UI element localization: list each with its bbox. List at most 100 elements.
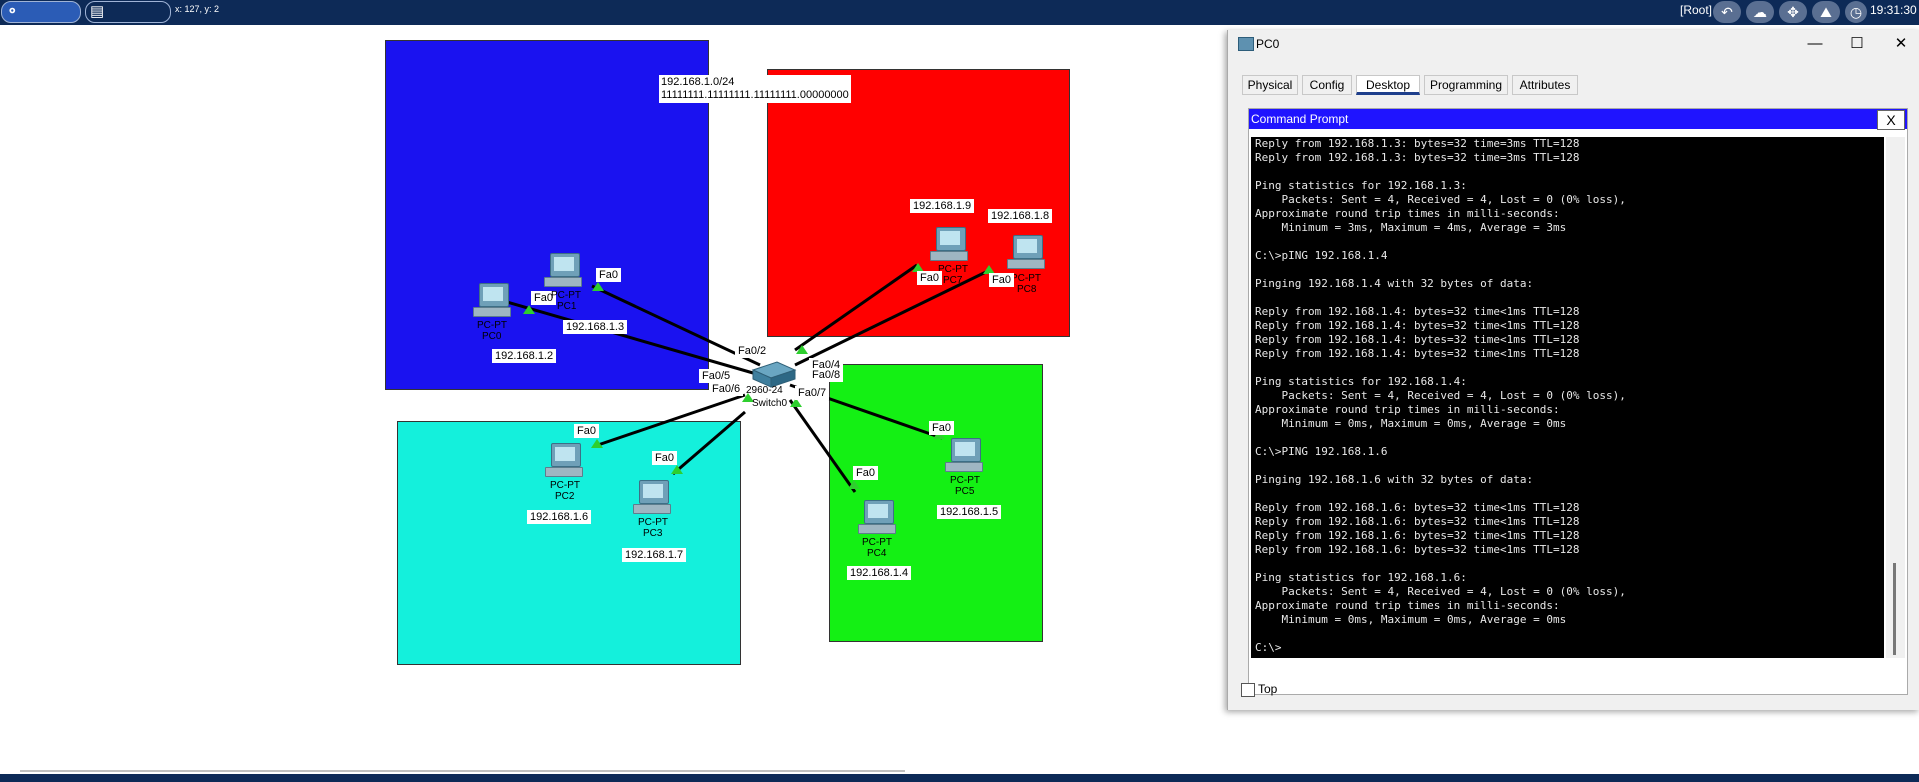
switch-port-fa0-8: Fa0/8 xyxy=(809,368,844,382)
pc8-icon[interactable] xyxy=(1007,235,1045,269)
pc4-name: PC4 xyxy=(867,548,887,559)
tab-attributes[interactable]: Attributes xyxy=(1512,75,1578,95)
minimize-button[interactable]: — xyxy=(1800,34,1830,54)
pc4-type: PC-PT xyxy=(862,537,892,548)
top-checkbox-label: Top xyxy=(1258,682,1278,696)
pc2-base xyxy=(545,467,583,477)
pc4-port-label: Fa0 xyxy=(853,466,878,480)
terminal-scrollbar[interactable] xyxy=(1886,137,1905,658)
pc2-ip-label: 192.168.1.6 xyxy=(527,510,592,524)
subnet-note-line2: 11111111.11111111.11111111.00000000 xyxy=(661,89,849,101)
pc2-name: PC2 xyxy=(555,491,575,502)
pc8-screen xyxy=(1013,235,1043,259)
pc7-port-label: Fa0 xyxy=(917,271,942,285)
pc7-name: PC7 xyxy=(943,275,963,286)
tab-config[interactable]: Config xyxy=(1302,75,1352,95)
pc0-name: PC0 xyxy=(482,331,502,342)
terminal-line: Reply from 192.168.1.6: bytes=32 time<1m… xyxy=(1255,529,1580,542)
command-prompt-close-button[interactable]: X xyxy=(1877,110,1905,130)
pc5-base xyxy=(945,462,983,472)
tab-programming[interactable]: Programming xyxy=(1424,75,1508,95)
switch-model: 2960-24 xyxy=(746,385,783,396)
move-icon[interactable]: ✥ xyxy=(1779,1,1807,23)
terminal-line: Reply from 192.168.1.3: bytes=32 time=3m… xyxy=(1255,151,1580,164)
logical-view-button[interactable]: ⚬ Logical xyxy=(1,1,81,40)
pc5-type: PC-PT xyxy=(950,475,980,486)
terminal-line: Minimum = 0ms, Maximum = 0ms, Average = … xyxy=(1255,613,1567,626)
pc0-icon[interactable] xyxy=(473,283,511,317)
cursor-coordinates: x: 127, y: 2 xyxy=(175,4,220,14)
terminal-line: Reply from 192.168.1.6: bytes=32 time<1m… xyxy=(1255,515,1580,528)
terminal-line: C:\>pING 192.168.1.4 xyxy=(1255,249,1388,262)
pc3-type: PC-PT xyxy=(638,517,668,528)
pc7-base xyxy=(930,251,968,261)
terminal-line: Reply from 192.168.1.4: bytes=32 time<1m… xyxy=(1255,347,1580,360)
pc4-base xyxy=(858,524,896,534)
pc0-screen xyxy=(479,283,509,307)
pc5-screen xyxy=(951,438,981,462)
landscape-icon[interactable]: ⛰ xyxy=(1812,1,1840,23)
subnet-note-line1: 192.168.1.0/24 xyxy=(661,76,735,88)
logical-icon: ⚬ xyxy=(6,3,19,20)
pc0-base xyxy=(473,307,511,317)
clock-icon[interactable]: ◷ xyxy=(1845,1,1867,23)
pc2-screen xyxy=(551,443,581,467)
terminal-line: Reply from 192.168.1.6: bytes=32 time<1m… xyxy=(1255,501,1580,514)
undo-icon[interactable]: ↶ xyxy=(1713,1,1741,23)
terminal-scroll-thumb[interactable] xyxy=(1893,563,1896,655)
pc5-ip-label: 192.168.1.5 xyxy=(937,505,1002,519)
terminal-line: Ping statistics for 192.168.1.3: xyxy=(1255,179,1467,192)
cloud-icon[interactable]: ☁ xyxy=(1746,1,1774,23)
pc1-base xyxy=(544,277,582,287)
pc3-name: PC3 xyxy=(643,528,663,539)
pc7-icon[interactable] xyxy=(930,227,968,261)
pc3-screen xyxy=(639,480,669,504)
pc5-icon[interactable] xyxy=(945,438,983,472)
top-checkbox[interactable] xyxy=(1241,683,1255,697)
tab-desktop[interactable]: Desktop xyxy=(1356,75,1420,95)
link-status-pc0 xyxy=(523,305,535,314)
terminal-line: Approximate round trip times in milli-se… xyxy=(1255,403,1560,416)
terminal-line: Packets: Sent = 4, Received = 4, Lost = … xyxy=(1255,585,1626,598)
physical-view-button[interactable]: ▤ Physical xyxy=(85,1,171,40)
link-status-pc4 xyxy=(848,480,860,489)
root-breadcrumb[interactable]: [Root] xyxy=(1680,3,1712,17)
pc2-icon[interactable] xyxy=(545,443,583,477)
subnet-note[interactable]: 192.168.1.0/24 11111111.11111111.11111111… xyxy=(659,75,851,103)
terminal-output[interactable]: Reply from 192.168.1.3: bytes=32 time=3m… xyxy=(1251,137,1884,658)
pc5-port-label: Fa0 xyxy=(929,421,954,435)
terminal-line: Packets: Sent = 4, Received = 4, Lost = … xyxy=(1255,193,1626,206)
pc1-port-label: Fa0 xyxy=(596,268,621,282)
pc5-name: PC5 xyxy=(955,486,975,497)
pc7-type: PC-PT xyxy=(938,264,968,275)
terminal-line: Pinging 192.168.1.6 with 32 bytes of dat… xyxy=(1255,473,1534,486)
pc1-screen xyxy=(550,253,580,277)
workspace-horizontal-scrollbar[interactable] xyxy=(20,770,905,772)
pc0-window[interactable]: PC0 — ☐ ✕ Physical Config Desktop Progra… xyxy=(1227,30,1919,710)
pc-window-icon xyxy=(1238,37,1254,51)
terminal-line: Reply from 192.168.1.4: bytes=32 time<1m… xyxy=(1255,305,1580,318)
physical-icon: ▤ xyxy=(90,3,105,20)
pc8-port-label: Fa0 xyxy=(989,273,1014,287)
pc1-icon[interactable] xyxy=(544,253,582,287)
switch-port-fa0-5: Fa0/5 xyxy=(699,369,734,383)
close-button[interactable]: ✕ xyxy=(1886,34,1916,54)
tab-physical[interactable]: Physical xyxy=(1242,75,1298,95)
pc4-screen xyxy=(864,500,894,524)
pc7-screen xyxy=(936,227,966,251)
terminal-line: Ping statistics for 192.168.1.6: xyxy=(1255,571,1467,584)
terminal-line: Packets: Sent = 4, Received = 4, Lost = … xyxy=(1255,389,1626,402)
pc1-ip-label: 192.168.1.3 xyxy=(563,320,628,334)
pc4-icon[interactable] xyxy=(858,500,896,534)
maximize-button[interactable]: ☐ xyxy=(1842,34,1872,54)
pc3-icon[interactable] xyxy=(633,480,671,514)
terminal-line: Pinging 192.168.1.4 with 32 bytes of dat… xyxy=(1255,277,1534,290)
pc2-type: PC-PT xyxy=(550,480,580,491)
pc8-ip-label: 192.168.1.8 xyxy=(988,209,1053,223)
pc8-base xyxy=(1007,259,1045,269)
